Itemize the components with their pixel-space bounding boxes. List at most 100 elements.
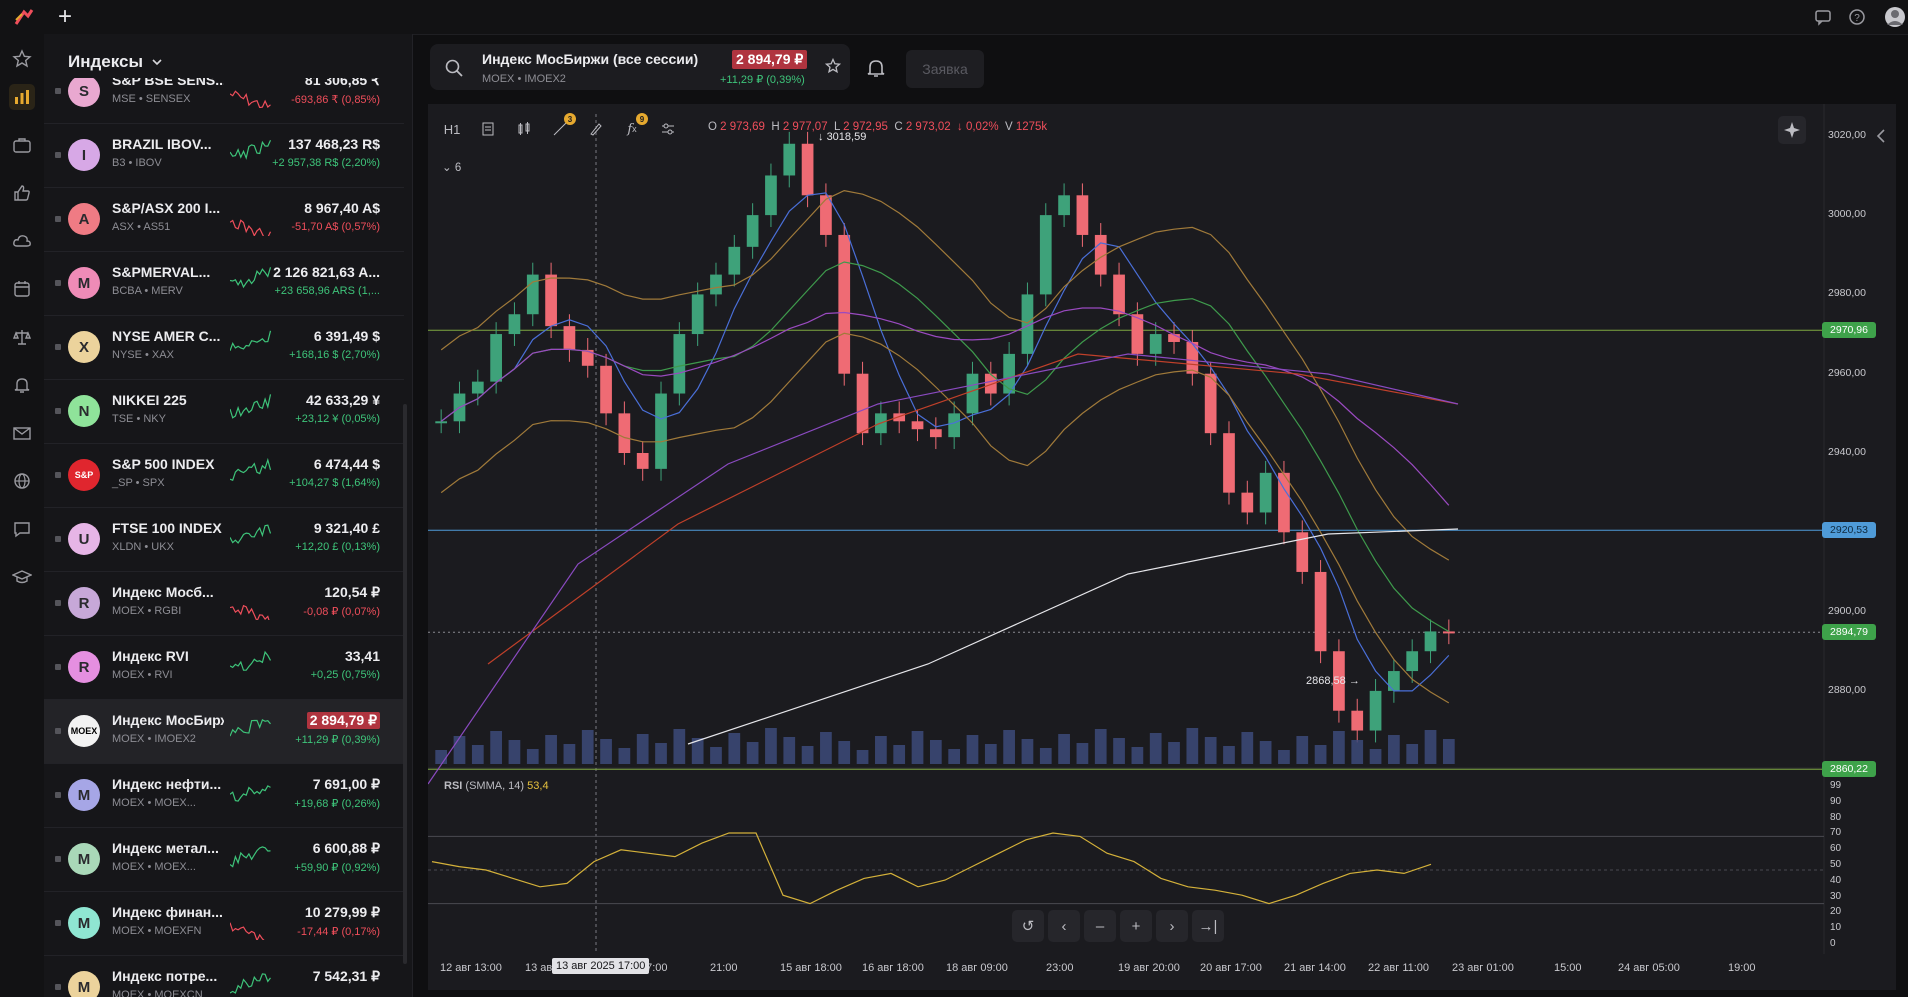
watchlist-row[interactable]: I BRAZIL IBOV... B3 • IBOV 137 468,23 R$ +2 …	[44, 124, 404, 188]
watchlist-row[interactable]: X NYSE AMER C... NYSE • XAX 6 391,49 $ +168,…	[44, 316, 404, 380]
instrument-change: +59,90 ₽ (0,92%)	[294, 862, 380, 874]
watchlist-row[interactable]: S&P S&P 500 INDEX _SP • SPX 6 474,44 $ +104,…	[44, 444, 404, 508]
time-tick: 15 авг 18:00	[780, 962, 842, 974]
candle-body	[1388, 671, 1400, 691]
instrument-change: +12,20 £ (0,13%)	[295, 541, 380, 553]
time-tick: 18 авг 09:00	[946, 962, 1008, 974]
watchlist-row[interactable]: M S&PMERVAL... BCBA • MERV 2 126 821,63 A..…	[44, 252, 404, 316]
favorites-icon[interactable]	[9, 46, 35, 72]
mail-icon[interactable]	[9, 420, 35, 446]
thumbs-up-icon[interactable]	[9, 180, 35, 206]
watchlist-rows: S S&P BSE SENS... MSE • SENSEX 81 306,85 ₹ -…	[44, 78, 404, 997]
briefcase-icon[interactable]	[9, 132, 35, 158]
avatar-icon[interactable]	[1884, 6, 1906, 28]
time-tick: 21 авг 14:00	[1284, 962, 1346, 974]
settings-sliders-icon[interactable]	[654, 115, 682, 143]
watchlist-row[interactable]: S S&P BSE SENS... MSE • SENSEX 81 306,85 ₹ -…	[44, 78, 404, 124]
order-button[interactable]: Заявка	[906, 50, 984, 88]
candle-body	[801, 143, 814, 196]
candle-body	[1406, 651, 1419, 672]
go-to-latest-icon[interactable]: →|	[1192, 910, 1224, 942]
instrument-name: Индекс метал...	[112, 840, 219, 856]
calendar-icon[interactable]	[9, 276, 35, 302]
volume-bar	[1406, 744, 1419, 764]
indicators-collapse-toggle[interactable]: ⌄ 6	[442, 160, 461, 174]
ai-sparkle-button[interactable]	[1778, 116, 1806, 144]
watchlist-row[interactable]: M Индекс нефти... MOEX • MOEX... 7 691,00 ₽…	[44, 764, 404, 828]
instrument-price: 8 967,40 A$	[304, 200, 380, 216]
timeframe-button[interactable]: H1	[438, 115, 466, 143]
watchlist-row[interactable]: N NIKKEI 225 TSE • NKY 42 633,29 ¥ +23,12 ¥ …	[44, 380, 404, 444]
instrument-exchange: B3 • IBOV	[112, 157, 162, 169]
cloud-icon[interactable]	[9, 228, 35, 254]
alert-bell-icon[interactable]	[864, 56, 888, 80]
watchlist-row[interactable]: A S&P/ASX 200 I... ASX • AS51 8 967,40 A$ -5…	[44, 188, 404, 252]
add-tab-button[interactable]: +	[58, 2, 72, 32]
rsi-tick: 30	[1830, 890, 1842, 902]
rsi-line	[431, 832, 1432, 905]
favorite-star-icon[interactable]	[825, 58, 841, 74]
bell-icon[interactable]	[9, 372, 35, 398]
instrument-price: 42 633,29 ¥	[306, 392, 380, 408]
watchlist-row[interactable]: M Индекс метал... MOEX • MOEX... 6 600,88 ₽…	[44, 828, 404, 892]
reset-view-icon[interactable]: ↺	[1012, 910, 1044, 942]
time-tick: 22 авг 11:00	[1368, 962, 1430, 974]
volume-bar	[948, 749, 961, 764]
chat-bubble-icon[interactable]	[9, 516, 35, 542]
bar-chart-icon[interactable]	[9, 84, 35, 110]
volume-bar	[765, 728, 777, 764]
indicators-icon[interactable]: fx9	[618, 113, 648, 143]
sparkline	[230, 330, 272, 352]
instrument-change: +2 957,38 R$ (2,20%)	[272, 157, 380, 169]
lock-icon	[55, 792, 61, 798]
scroll-right-icon[interactable]: ›	[1156, 910, 1188, 942]
instrument-exchange: MOEX • RGBI	[112, 605, 182, 617]
search-icon[interactable]	[444, 58, 464, 78]
watchlist-row[interactable]: M Индекс потре... MOEX • MOEXCN 7 542,31 ₽	[44, 956, 404, 997]
lock-icon	[55, 216, 61, 222]
volume-bar	[1149, 733, 1162, 764]
watchlist-selector[interactable]: Индексы	[68, 44, 163, 80]
sparkline	[230, 604, 270, 620]
price-level-label: 2920,53	[1822, 522, 1876, 539]
scales-icon[interactable]	[9, 324, 35, 350]
instrument-name: Индекс нефти...	[112, 776, 222, 792]
instrument-header[interactable]: Индекс МосБиржи (все сессии) MOEX • IMOE…	[430, 44, 850, 90]
watchlist-row[interactable]: R Индекс RVI MOEX • RVI 33,41 +0,25 (0,75%)	[44, 636, 404, 700]
watchlist-row[interactable]: M Индекс финан... MOEX • MOEXFN 10 279,99 ₽…	[44, 892, 404, 956]
price-tick: 2960,00	[1828, 366, 1866, 379]
candle-body	[600, 365, 612, 414]
price-chart-svg[interactable]	[428, 104, 1896, 990]
graduation-icon[interactable]	[9, 564, 35, 590]
zoom-in-icon[interactable]: +	[1120, 910, 1152, 942]
candle-body	[1241, 492, 1254, 513]
ohlc-readout: O 2 973,69 H 2 977,07 L 2 972,95 C 2 973…	[708, 121, 1048, 133]
scroll-left-icon[interactable]: ‹	[1048, 910, 1080, 942]
watchlist-row[interactable]: U FTSE 100 INDEX XLDN • UKX 9 321,40 £ +12,2…	[44, 508, 404, 572]
app-logo-icon	[14, 9, 34, 25]
volume-bar	[581, 730, 594, 764]
instrument-change: +23,12 ¥ (0,05%)	[295, 413, 380, 425]
help-icon[interactable]: ?	[1848, 8, 1866, 26]
chevron-left-icon[interactable]	[1870, 124, 1894, 148]
time-tick: 20 авг 17:00	[1200, 962, 1262, 974]
instrument-exchange: MOEX • IMOEX2	[112, 733, 196, 745]
instrument-price: 6 600,88 ₽	[312, 840, 380, 856]
watchlist-row[interactable]: MOEX Индекс МосБиржи ... MOEX • IMOEX2 2 89…	[44, 700, 404, 764]
zoom-out-icon[interactable]: –	[1084, 910, 1116, 942]
drawing-tools-icon[interactable]: 3	[546, 113, 576, 143]
instrument-change: +168,16 $ (2,70%)	[289, 349, 380, 361]
chat-icon[interactable]	[1814, 8, 1832, 26]
chart-type-icon[interactable]	[474, 115, 502, 143]
pencil-icon[interactable]	[582, 115, 610, 143]
candle-body	[618, 413, 631, 453]
watchlist-row[interactable]: R Индекс Мосб... MOEX • RGBI 120,54 ₽ -0,08 …	[44, 572, 404, 636]
instrument-exchange: MOEX • MOEX...	[112, 797, 196, 809]
candle-body	[911, 421, 924, 430]
instrument-exchange: MOEX • MOEXCN	[112, 989, 203, 997]
globe-icon[interactable]	[9, 468, 35, 494]
instrument-exchange: MOEX • MOEX...	[112, 861, 196, 873]
instrument-name: S&PMERVAL...	[112, 264, 211, 280]
candles-icon[interactable]	[510, 115, 538, 143]
watchlist-scrollbar[interactable]	[403, 404, 407, 964]
